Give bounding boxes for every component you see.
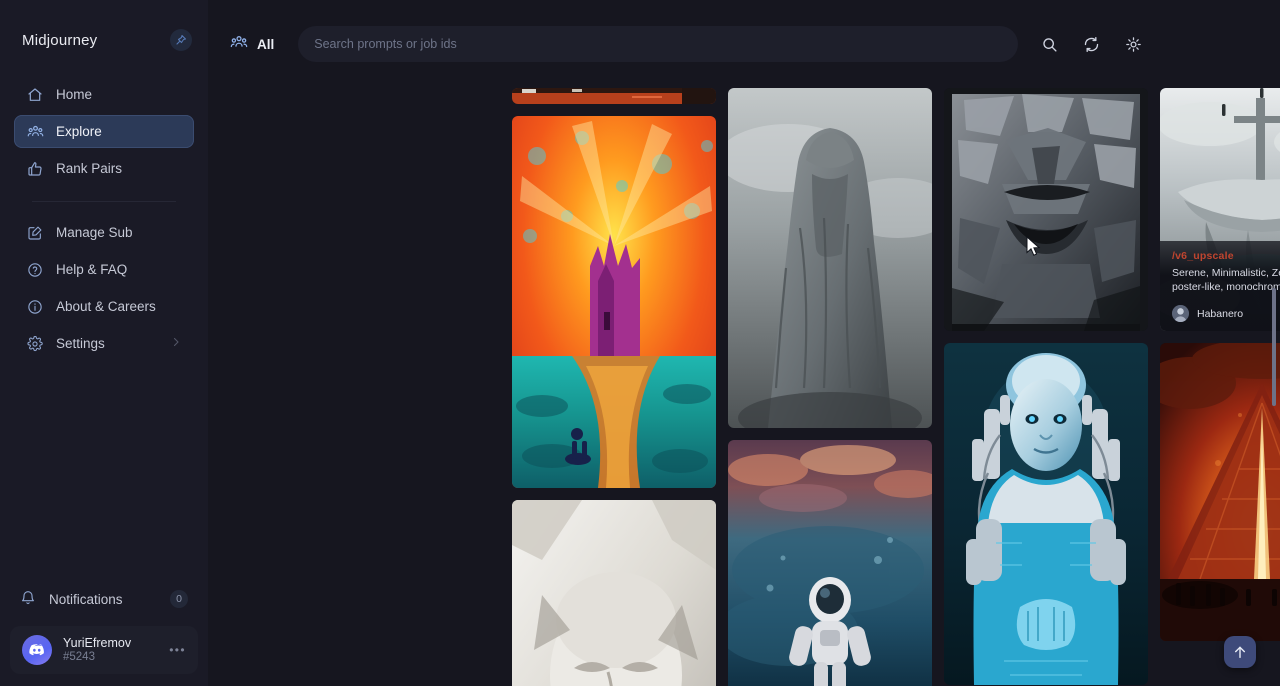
gallery-column <box>944 88 1148 685</box>
gallery-card-hovered[interactable]: /v6_upscale 3 hrs ago Serene, Minimalist… <box>1160 88 1280 331</box>
marble-face <box>512 500 716 686</box>
sparkle-icon[interactable] <box>1120 31 1146 57</box>
home-icon <box>26 86 44 104</box>
gallery-card[interactable] <box>728 440 932 686</box>
gallery-card[interactable] <box>1160 343 1280 641</box>
search-bar[interactable] <box>298 26 1018 62</box>
thumbs-up-icon <box>26 160 44 178</box>
gallery-card[interactable] <box>512 500 716 686</box>
sidebar-spacer <box>0 364 208 582</box>
ellipsis-icon[interactable]: ••• <box>169 644 186 656</box>
bell-icon <box>20 590 36 609</box>
brand-row: Midjourney <box>0 12 208 68</box>
main-content: All <box>208 0 1280 686</box>
pin-icon[interactable] <box>170 29 192 51</box>
gallery-card[interactable] <box>944 88 1148 331</box>
desert-road <box>512 88 716 104</box>
sidebar-item-label: Manage Sub <box>56 225 133 240</box>
image-gallery[interactable]: /v6_upscale 3 hrs ago Serene, Minimalist… <box>208 88 1280 686</box>
filter-all-button[interactable]: All <box>220 27 284 62</box>
user-tag: #5243 <box>63 651 131 664</box>
user-name: YuriEfremov <box>63 636 131 650</box>
gear-icon <box>26 335 44 353</box>
gallery-card[interactable] <box>944 343 1148 685</box>
sidebar-nav-primary: Home Explore <box>0 78 208 364</box>
notifications-label: Notifications <box>49 592 123 607</box>
gallery-card[interactable] <box>512 116 716 488</box>
app-root: Midjourney Home <box>0 0 1280 686</box>
gallery-column: /v6_upscale 3 hrs ago Serene, Minimalist… <box>1160 88 1280 641</box>
fire-pyramid <box>1160 343 1280 641</box>
sidebar-item-rank-pairs[interactable]: Rank Pairs <box>14 152 194 185</box>
sidebar-divider <box>32 201 176 202</box>
sidebar-item-home[interactable]: Home <box>14 78 194 111</box>
filter-all-label: All <box>257 37 274 52</box>
topbar: All <box>208 0 1280 88</box>
search-input[interactable] <box>314 37 1002 51</box>
refresh-icon[interactable] <box>1078 31 1104 57</box>
sidebar-item-label: About & Careers <box>56 299 156 314</box>
brand-title: Midjourney <box>22 32 97 49</box>
author-name[interactable]: Habanero <box>1197 308 1243 320</box>
job-prompt[interactable]: Serene, Minimalistic, Zen-inspired, post… <box>1172 267 1280 295</box>
gallery-scrollbar[interactable] <box>1271 88 1277 686</box>
hooded-figure <box>728 88 932 428</box>
gallery-card[interactable] <box>512 88 716 104</box>
arrow-up-icon <box>1232 644 1248 660</box>
notifications-badge: 0 <box>170 590 188 608</box>
people-group-icon <box>26 123 44 141</box>
masonry-grid: /v6_upscale 3 hrs ago Serene, Minimalist… <box>512 88 1160 686</box>
sidebar-item-about-careers[interactable]: About & Careers <box>14 290 194 323</box>
question-circle-icon <box>26 261 44 279</box>
card-overlay: /v6_upscale 3 hrs ago Serene, Minimalist… <box>1160 241 1280 331</box>
sidebar-item-label: Help & FAQ <box>56 262 127 277</box>
discord-avatar <box>22 635 52 665</box>
chevron-right-icon <box>170 336 182 351</box>
author-avatar-image <box>1172 305 1189 322</box>
notifications-row[interactable]: Notifications 0 <box>0 582 208 616</box>
sidebar-item-label: Home <box>56 87 92 102</box>
sidebar-item-explore[interactable]: Explore <box>14 115 194 148</box>
astronaut-underwater <box>728 440 932 686</box>
topbar-actions <box>1036 31 1146 57</box>
user-profile-card[interactable]: YuriEfremov #5243 ••• <box>10 626 198 674</box>
gallery-card[interactable] <box>728 88 932 428</box>
author-avatar[interactable] <box>1172 305 1189 322</box>
people-group-icon <box>230 33 248 56</box>
scrollbar-thumb[interactable] <box>1272 288 1276 406</box>
overlay-footer: Habanero ••• <box>1172 305 1280 322</box>
job-tag[interactable]: /v6_upscale <box>1172 250 1234 262</box>
castle-sunset <box>512 116 716 488</box>
gallery-column <box>728 88 932 686</box>
sidebar: Midjourney Home <box>0 0 208 686</box>
search-icon[interactable] <box>1036 31 1062 57</box>
sidebar-item-manage-sub[interactable]: Manage Sub <box>14 216 194 249</box>
info-circle-icon <box>26 298 44 316</box>
sidebar-item-help-faq[interactable]: Help & FAQ <box>14 253 194 286</box>
sidebar-item-label: Rank Pairs <box>56 161 122 176</box>
stone-face <box>944 88 1148 331</box>
overlay-header: /v6_upscale 3 hrs ago <box>1172 250 1280 262</box>
gallery-column <box>512 88 716 686</box>
user-meta: YuriEfremov #5243 <box>63 636 131 664</box>
android-woman <box>944 343 1148 685</box>
edit-square-icon <box>26 224 44 242</box>
sidebar-item-settings[interactable]: Settings <box>14 327 194 360</box>
sidebar-item-label: Settings <box>56 336 105 351</box>
sidebar-item-label: Explore <box>56 124 102 139</box>
scroll-to-top-button[interactable] <box>1224 636 1256 668</box>
